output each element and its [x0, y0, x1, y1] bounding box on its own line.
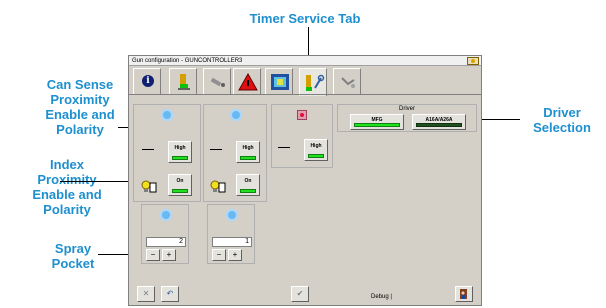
gear-icon [232, 111, 240, 119]
gear-icon [163, 111, 171, 119]
driver-mfg-button[interactable]: MFG [350, 114, 404, 130]
warning-triangle-icon [238, 72, 258, 91]
polarity-waveform-icon [142, 149, 154, 156]
nozzle-icon [210, 77, 225, 87]
polarity-waveform-icon [278, 147, 290, 154]
gun-configuration-window: Gun configuration - GUNCONTROLLER3 i Hig… [128, 55, 482, 306]
tab-alarms[interactable] [233, 68, 261, 94]
tab-strip-divider [129, 94, 481, 95]
can-sense-polarity-button[interactable]: High [168, 141, 192, 163]
proximity-bulb-icon [210, 180, 226, 193]
close-icon[interactable] [467, 57, 479, 65]
spray-pocket-increment-button[interactable]: + [228, 249, 242, 261]
third-sensor-panel: High [271, 104, 333, 168]
cancel-button[interactable]: ✕ [137, 286, 155, 302]
driver-a16a-a26a-button[interactable]: A16A/A26A [412, 114, 466, 130]
gear-icon [228, 211, 236, 219]
proximity-bulb-icon [141, 180, 157, 193]
spray-pocket-value[interactable]: 1 [212, 237, 252, 247]
spray-pocket-value[interactable]: 2 [146, 237, 186, 247]
tab-diagnostics[interactable] [265, 68, 293, 94]
driver-selection-callout: Driver Selection [533, 105, 591, 135]
driver-title: Driver [399, 106, 415, 112]
index-proximity-enable-button[interactable]: On [236, 174, 260, 196]
can-sense-polarity-button[interactable]: High [236, 141, 260, 163]
spray-pocket-decrement-button[interactable]: − [212, 249, 226, 261]
window-titlebar: Gun configuration - GUNCONTROLLER3 [129, 56, 481, 66]
spray-pocket-panel-1: 2 − + [141, 204, 189, 264]
tab-info[interactable]: i [133, 68, 161, 94]
driver-panel: Driver MFG A16A/A26A [337, 104, 477, 132]
stop-indicator-icon [297, 110, 307, 120]
spray-gun-icon [341, 77, 355, 88]
gun-green-icon [178, 74, 190, 90]
third-polarity-button[interactable]: High [304, 139, 328, 161]
ok-button[interactable]: ✔ [291, 286, 309, 302]
can-sense-panel-1: High On [133, 104, 201, 202]
spray-pocket-panel-2: 1 − + [207, 204, 255, 264]
diagnostics-icon [271, 74, 289, 90]
index-proximity-enable-button[interactable]: On [168, 174, 192, 196]
spray-pocket-decrement-button[interactable]: − [146, 249, 160, 261]
exit-button[interactable] [455, 286, 473, 302]
spray-pocket-increment-button[interactable]: + [162, 249, 176, 261]
timer-service-tab-callout: Timer Service Tab [249, 11, 361, 26]
exit-door-icon [460, 289, 467, 299]
debug-label[interactable]: Debug | [371, 294, 392, 300]
tab-nozzle[interactable] [203, 68, 231, 94]
undo-button[interactable]: ↶ [161, 286, 179, 302]
gear-icon [162, 211, 170, 219]
spray-pocket-callout: Spray Pocket [51, 241, 95, 271]
can-sense-callout: Can Sense Proximity Enable and Polarity [45, 77, 115, 137]
timer-service-icon [306, 74, 325, 91]
tab-spray-gun[interactable] [333, 68, 361, 94]
tab-gun[interactable] [169, 68, 197, 94]
index-proximity-callout: Index Proximity Enable and Polarity [32, 157, 102, 217]
can-sense-panel-2: High On [203, 104, 267, 202]
info-icon: i [142, 75, 154, 87]
window-title: Gun configuration - GUNCONTROLLER3 [132, 58, 243, 64]
polarity-waveform-icon [210, 149, 222, 156]
tab-timer-service[interactable] [299, 68, 327, 96]
